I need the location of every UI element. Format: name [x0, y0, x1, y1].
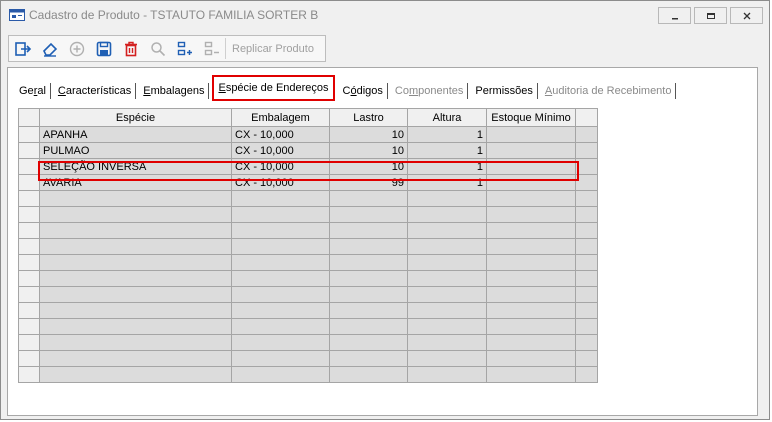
cell-lastro[interactable]: 10: [329, 142, 408, 159]
filler-cell: [575, 126, 598, 143]
filler-header: [575, 108, 598, 127]
toolbar-separator: [225, 38, 226, 59]
table-row[interactable]: APANHA CX - 10,000 10 1: [18, 126, 598, 143]
delete-button[interactable]: [117, 36, 144, 61]
tab-especie-enderecos[interactable]: Espécie de Endereços: [212, 75, 335, 101]
empty-row: [18, 238, 598, 255]
restore-button[interactable]: [694, 7, 727, 24]
cell-estoque-minimo[interactable]: [486, 142, 576, 159]
tab-geral[interactable]: Geral: [15, 83, 51, 99]
highlighted-row-marker: [38, 161, 579, 181]
empty-row: [18, 254, 598, 271]
empty-row: [18, 302, 598, 319]
exit-icon: [14, 41, 31, 56]
tab-strip: Geral Características Embalagens Espécie…: [15, 75, 679, 101]
toolbar: Replicar Produto: [8, 35, 326, 62]
column-header-estoque-minimo[interactable]: Estoque Mínimo: [486, 108, 576, 127]
row-indicator[interactable]: [18, 142, 40, 159]
search-button: [144, 36, 171, 61]
cell-especie[interactable]: APANHA: [39, 126, 232, 143]
tab-embalagens[interactable]: Embalagens: [139, 83, 210, 99]
add-circle-icon: [69, 41, 84, 56]
filler-cell: [575, 142, 598, 159]
title-bar: Cadastro de Produto - TSTAUTO FAMILIA SO…: [1, 1, 769, 29]
tab-caracteristicas[interactable]: Características: [54, 83, 137, 99]
app-icon: [9, 9, 25, 21]
empty-row: [18, 270, 598, 287]
cell-embalagem[interactable]: CX - 10,000: [231, 126, 330, 143]
row-indicator[interactable]: [18, 126, 40, 143]
row-indicator[interactable]: [18, 174, 40, 191]
tab-auditoria-recebimento: Auditoria de Recebimento: [541, 83, 677, 99]
add-line-icon: [177, 41, 192, 55]
cell-embalagem[interactable]: CX - 10,000: [231, 142, 330, 159]
column-header-especie[interactable]: Espécie: [39, 108, 232, 127]
empty-row: [18, 334, 598, 351]
row-indicator[interactable]: [18, 158, 40, 175]
product-window: Cadastro de Produto - TSTAUTO FAMILIA SO…: [0, 0, 770, 420]
add-button: [63, 36, 90, 61]
empty-row: [18, 222, 598, 239]
column-header-embalagem[interactable]: Embalagem: [231, 108, 330, 127]
empty-row: [18, 190, 598, 207]
cell-especie[interactable]: PULMAO: [39, 142, 232, 159]
especie-grid: Espécie Embalagem Lastro Altura Estoque …: [18, 108, 598, 383]
cell-altura[interactable]: 1: [407, 142, 487, 159]
tab-permissoes[interactable]: Permissões: [471, 83, 538, 99]
add-line-button[interactable]: [171, 36, 198, 61]
tab-componentes: Componentes: [391, 83, 469, 99]
exit-button[interactable]: [9, 36, 36, 61]
cell-estoque-minimo[interactable]: [486, 126, 576, 143]
eraser-icon: [42, 42, 57, 57]
row-indicator-header: [18, 108, 40, 127]
column-header-lastro[interactable]: Lastro: [329, 108, 408, 127]
empty-row: [18, 318, 598, 335]
empty-row: [18, 366, 598, 383]
restore-icon: [706, 12, 715, 19]
close-icon: [743, 12, 750, 19]
clear-button[interactable]: [36, 36, 63, 61]
column-header-altura[interactable]: Altura: [407, 108, 487, 127]
close-button[interactable]: [730, 7, 763, 24]
cell-altura[interactable]: 1: [407, 126, 487, 143]
save-icon: [96, 41, 111, 56]
tab-codigos[interactable]: Códigos: [339, 83, 388, 99]
table-row[interactable]: PULMAO CX - 10,000 10 1: [18, 142, 598, 159]
window-title: Cadastro de Produto - TSTAUTO FAMILIA SO…: [29, 8, 319, 22]
empty-row: [18, 206, 598, 223]
grid-header-row: Espécie Embalagem Lastro Altura Estoque …: [18, 108, 598, 127]
save-button[interactable]: [90, 36, 117, 61]
empty-row: [18, 350, 598, 367]
cell-lastro[interactable]: 10: [329, 126, 408, 143]
empty-row: [18, 286, 598, 303]
search-icon: [150, 41, 165, 56]
remove-line-button: [198, 36, 225, 61]
minimize-icon: [671, 17, 678, 19]
remove-line-icon: [204, 41, 219, 55]
trash-icon: [124, 41, 137, 56]
minimize-button[interactable]: [658, 7, 691, 24]
replicate-product-button: Replicar Produto: [232, 42, 314, 55]
